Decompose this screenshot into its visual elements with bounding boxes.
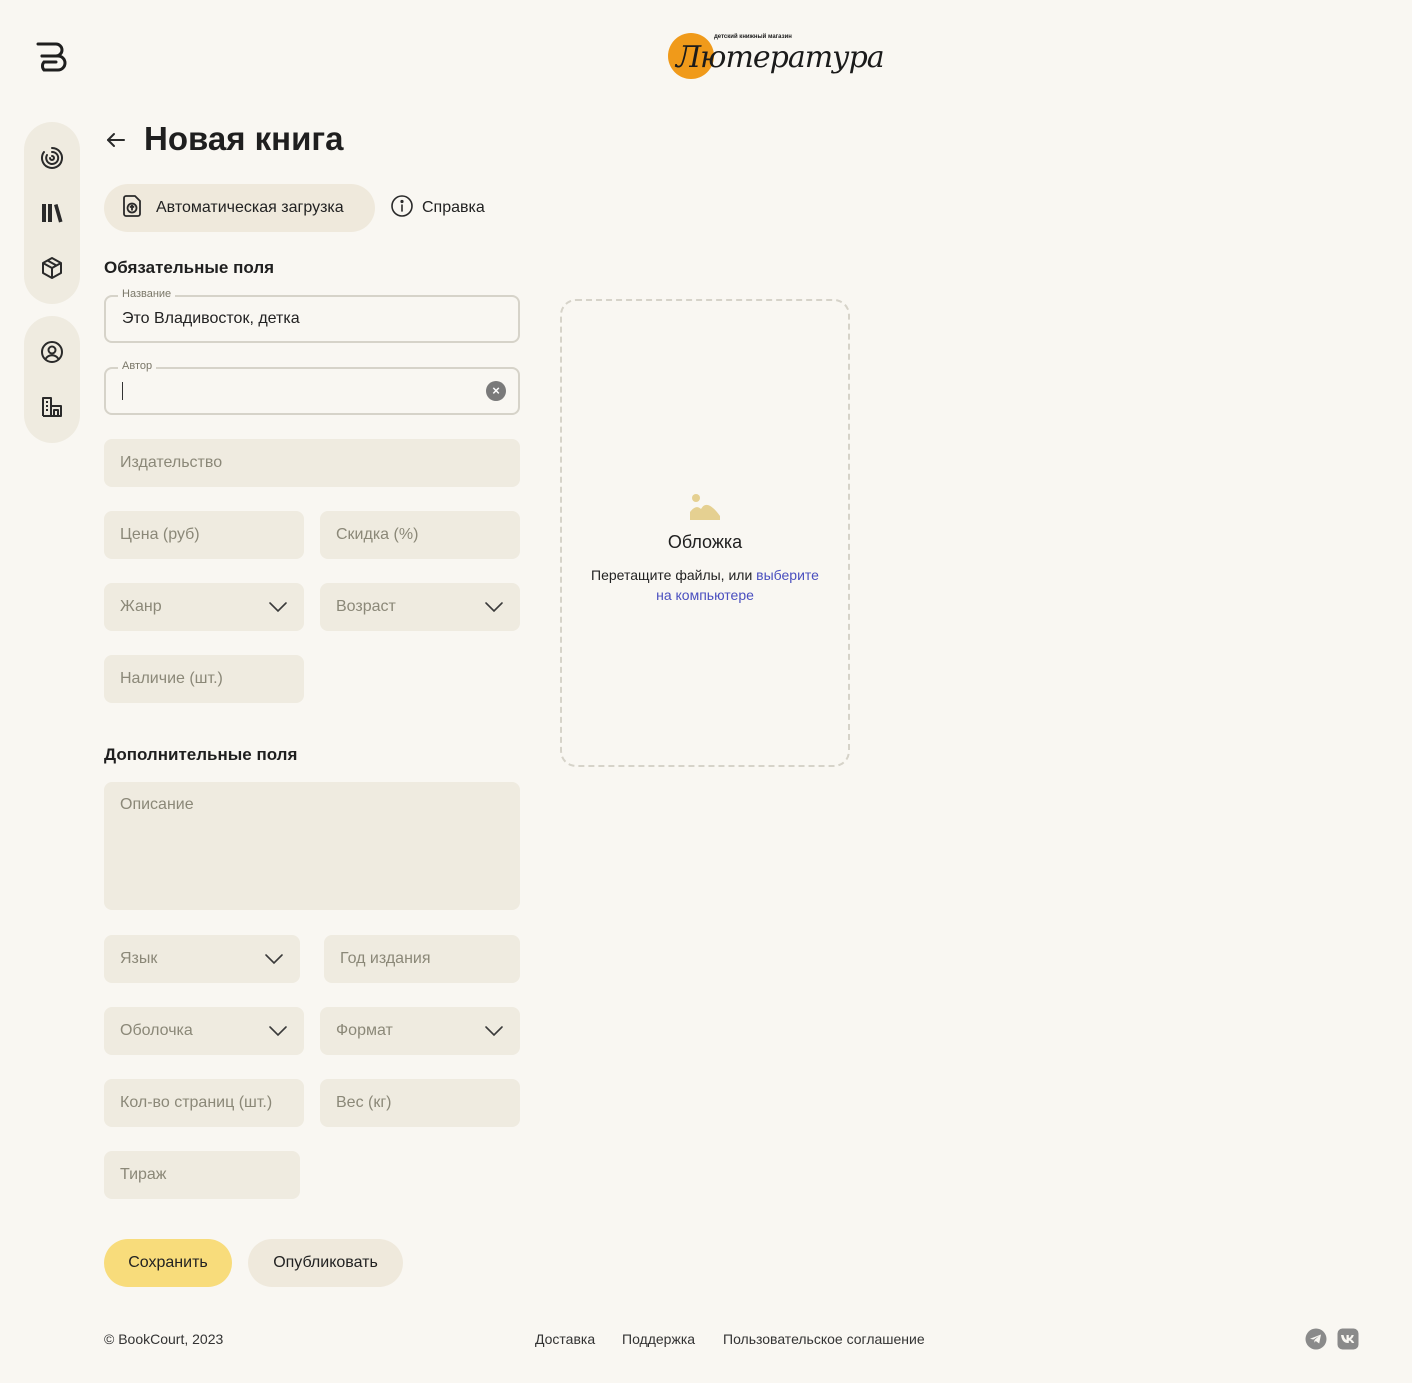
- brand-tagline: детский книжный магазин: [714, 34, 792, 40]
- optional-section-title: Дополнительные поля: [104, 745, 298, 764]
- package-box-icon[interactable]: [40, 256, 64, 280]
- description-placeholder: Описание: [120, 796, 194, 813]
- app-logo-icon[interactable]: [34, 40, 68, 74]
- language-select[interactable]: Язык: [104, 935, 300, 983]
- edition-placeholder: Тираж: [120, 1166, 167, 1183]
- footer-link-agreement[interactable]: Пользовательское соглашение: [723, 1331, 925, 1347]
- clear-field-icon[interactable]: ×: [486, 381, 506, 401]
- brand-wordmark: Лютература: [676, 40, 885, 75]
- books-library-icon[interactable]: [40, 201, 64, 225]
- help-label: Справка: [422, 199, 485, 216]
- pages-field[interactable]: Кол-во страниц (шт.): [104, 1079, 304, 1127]
- image-placeholder-icon: [690, 493, 720, 520]
- title-field[interactable]: Название Это Владивосток, детка: [104, 288, 520, 343]
- publisher-field[interactable]: Издательство: [104, 439, 520, 487]
- publish-button[interactable]: Опубликовать: [248, 1239, 403, 1287]
- chevron-down-icon: [269, 1026, 287, 1037]
- cover-type-placeholder: Оболочка: [120, 1022, 193, 1039]
- genre-placeholder: Жанр: [120, 598, 162, 615]
- footer-link-support[interactable]: Поддержка: [622, 1331, 695, 1347]
- discount-placeholder: Скидка (%): [336, 526, 419, 543]
- weight-placeholder: Вес (кг): [336, 1094, 392, 1111]
- footer-link-delivery[interactable]: Доставка: [535, 1331, 595, 1347]
- genre-select[interactable]: Жанр: [104, 583, 304, 631]
- author-field[interactable]: Автор ×: [104, 360, 520, 415]
- title-field-legend: Название: [118, 288, 176, 300]
- brand-logo[interactable]: Лютература детский книжный магазин: [664, 28, 885, 86]
- edition-field[interactable]: Тираж: [104, 1151, 300, 1199]
- weight-field[interactable]: Вес (кг): [320, 1079, 520, 1127]
- cover-hint: Перетащите файлы, или выберите на компью…: [585, 565, 825, 605]
- cover-title: Обложка: [667, 531, 743, 552]
- store-building-icon[interactable]: [40, 395, 64, 419]
- back-arrow-icon[interactable]: [104, 128, 128, 152]
- upload-file-icon: [120, 194, 144, 223]
- age-placeholder: Возраст: [336, 598, 396, 615]
- sidebar-group-account: [24, 316, 80, 443]
- vk-icon[interactable]: [1337, 1328, 1359, 1350]
- info-icon: [390, 194, 414, 223]
- year-placeholder: Год издания: [340, 950, 431, 967]
- dashboard-spiral-icon[interactable]: [40, 146, 64, 170]
- save-button[interactable]: Сохранить: [104, 1239, 232, 1287]
- chevron-down-icon: [265, 954, 283, 965]
- description-textarea[interactable]: Описание: [104, 782, 520, 910]
- year-field[interactable]: Год издания: [324, 935, 520, 983]
- format-select[interactable]: Формат: [320, 1007, 520, 1055]
- text-cursor: [122, 382, 123, 400]
- price-placeholder: Цена (руб): [120, 526, 200, 543]
- help-button[interactable]: Справка: [390, 184, 485, 232]
- cover-hint-text: Перетащите файлы, или: [591, 566, 757, 583]
- sidebar-group-main: [24, 122, 80, 304]
- discount-field[interactable]: Скидка (%): [320, 511, 520, 559]
- chevron-down-icon: [485, 1026, 503, 1037]
- auto-upload-button[interactable]: Автоматическая загрузка: [104, 184, 375, 232]
- format-placeholder: Формат: [336, 1022, 393, 1039]
- age-select[interactable]: Возраст: [320, 583, 520, 631]
- pages-placeholder: Кол-во страниц (шт.): [120, 1094, 273, 1111]
- footer-copyright: © BookCourt, 2023: [104, 1331, 224, 1347]
- price-field[interactable]: Цена (руб): [104, 511, 304, 559]
- chevron-down-icon: [269, 602, 287, 613]
- page-title: Новая книга: [144, 120, 344, 157]
- profile-user-icon[interactable]: [40, 340, 64, 364]
- chevron-down-icon: [485, 602, 503, 613]
- auto-upload-label: Автоматическая загрузка: [156, 199, 344, 216]
- stock-field[interactable]: Наличие (шт.): [104, 655, 304, 703]
- stock-placeholder: Наличие (шт.): [120, 670, 223, 687]
- cover-dropzone[interactable]: Обложка Перетащите файлы, или выберите н…: [560, 299, 850, 767]
- cover-type-select[interactable]: Оболочка: [104, 1007, 304, 1055]
- telegram-icon[interactable]: [1305, 1328, 1327, 1350]
- author-field-legend: Автор: [118, 360, 157, 372]
- title-field-value: Это Владивосток, детка: [122, 310, 300, 327]
- required-section-title: Обязательные поля: [104, 258, 275, 277]
- language-placeholder: Язык: [120, 950, 158, 967]
- publisher-placeholder: Издательство: [120, 454, 223, 471]
